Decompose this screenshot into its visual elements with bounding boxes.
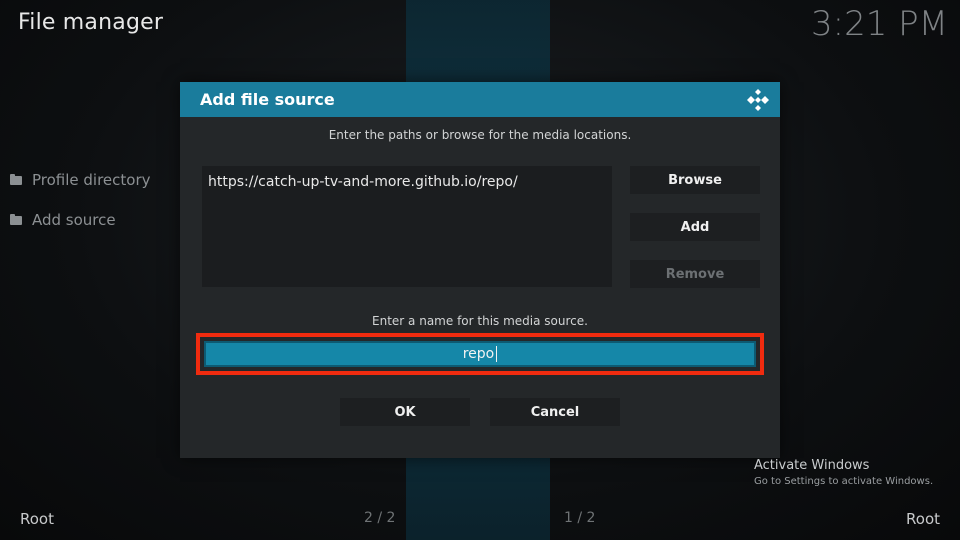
source-name-value: repo [462, 346, 495, 362]
ok-button[interactable]: OK [340, 398, 470, 426]
kodi-logo-icon [747, 89, 769, 111]
cancel-button[interactable]: Cancel [490, 398, 620, 426]
sidebar-item-profile-directory[interactable]: Profile directory [10, 168, 151, 192]
footer-root-left: Root [20, 510, 54, 528]
sidebar: Profile directory Add source [10, 168, 151, 248]
folder-icon [10, 173, 22, 185]
sidebar-item-add-source[interactable]: Add source [10, 208, 151, 232]
add-button[interactable]: Add [630, 213, 760, 241]
dialog-title: Add file source [200, 90, 335, 109]
footer-root-right: Root [906, 510, 940, 528]
app-title: File manager [18, 10, 164, 35]
source-name-input[interactable]: repo [204, 341, 756, 367]
browse-button[interactable]: Browse [630, 166, 760, 194]
paths-list[interactable]: https://catch-up-tv-and-more.github.io/r… [202, 166, 612, 287]
paths-hint: Enter the paths or browse for the media … [328, 128, 632, 142]
name-hint: Enter a name for this media source. [372, 314, 588, 328]
clock: 3:21 PM [811, 4, 948, 44]
sidebar-item-label: Add source [32, 211, 116, 229]
activate-windows-watermark: Activate Windows Go to Settings to activ… [754, 458, 933, 487]
footer-page-left: 2 / 2 [364, 510, 396, 526]
footer-page-right: 1 / 2 [564, 510, 596, 526]
folder-icon [10, 213, 22, 225]
text-cursor [496, 346, 498, 362]
remove-button[interactable]: Remove [630, 260, 760, 288]
watermark-title: Activate Windows [754, 458, 870, 473]
add-file-source-dialog: Add file source Enter the paths or brows… [180, 82, 780, 458]
path-item[interactable]: https://catch-up-tv-and-more.github.io/r… [208, 174, 518, 190]
watermark-subtitle: Go to Settings to activate Windows. [754, 476, 934, 487]
dialog-header: Add file source [180, 82, 780, 117]
sidebar-item-label: Profile directory [32, 171, 151, 189]
